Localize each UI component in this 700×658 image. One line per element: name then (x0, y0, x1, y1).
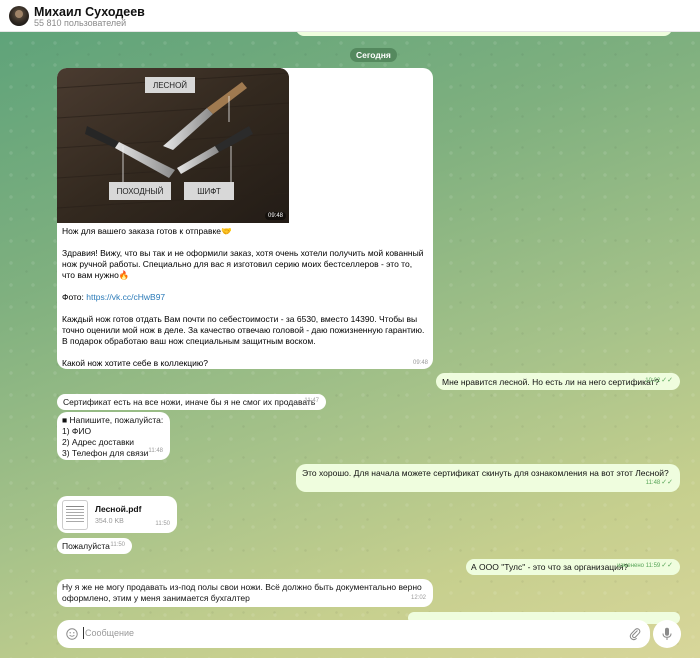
message-time: 11:48 (148, 448, 163, 454)
message-composer: Сообщение (57, 620, 650, 648)
message-input[interactable]: Сообщение (85, 628, 134, 638)
message-bubble[interactable]: Сертификат есть на все ножи, иначе бы я … (57, 394, 326, 410)
photo-link[interactable]: https://vk.cc/cHwB97 (86, 292, 165, 302)
message-edited-time: изменено 11:59 (617, 563, 661, 569)
message-bubble[interactable]: ■ Напишите, пожалуйста: 1) ФИО 2) Адрес … (57, 412, 170, 460)
message-bubble-photo[interactable]: ЛЕСНОЙ ПОХОДНЫЙ ШИФТ 09:48 Нож для вашег… (57, 68, 433, 369)
knives-photo[interactable]: ЛЕСНОЙ ПОХОДНЫЙ ШИФТ 09:48 (57, 68, 289, 223)
message-time: 09:48 (412, 360, 428, 366)
read-check-icon: ✓✓ (661, 562, 673, 569)
chat-header: Михаил Суходеев 55 810 пользователей (0, 0, 700, 32)
file-message-bubble[interactable]: Лесной.pdf 354.0 KB 11:50 (57, 496, 177, 533)
photo-label-shift: ШИФТ (197, 187, 221, 196)
channel-title[interactable]: Михаил Суходеев (34, 5, 145, 19)
voice-record-button[interactable] (653, 620, 681, 648)
emoji-icon[interactable] (66, 628, 78, 640)
pdf-file-icon[interactable] (62, 500, 88, 530)
read-check-icon: ✓✓ (661, 377, 673, 384)
message-bubble-partial[interactable]: 11:58 (296, 32, 672, 36)
message-time: 11:47 (304, 398, 319, 404)
message-time: 11:50 (110, 542, 125, 548)
read-check-icon: ✓✓ (661, 479, 673, 486)
channel-avatar[interactable] (9, 6, 29, 26)
message-time: 12:02 (410, 595, 426, 601)
photo-label-forest: ЛЕСНОЙ (152, 81, 188, 90)
chat-area[interactable]: 11:58 Сегодня (0, 32, 700, 658)
message-bubble[interactable]: Мне нравится лесной. Но есть ли на него … (436, 373, 680, 390)
photo-timestamp: 09:48 (265, 212, 287, 220)
message-bubble[interactable]: А ООО "Тулс" - это что за организация? и… (466, 559, 680, 575)
microphone-icon (662, 627, 672, 640)
text-caret (83, 627, 84, 639)
message-bubble[interactable]: Ну я же не могу продавать из-под полы св… (57, 579, 433, 607)
message-time: 11:50 (155, 521, 170, 527)
photo-label-hiking: ПОХОДНЫЙ (116, 187, 164, 196)
message-bubble[interactable]: Пожалуйста 11:50 (57, 538, 132, 554)
message-text: Нож для вашего заказа готов к отправке🤝 … (62, 226, 425, 368)
message-bubble[interactable]: Это хорошо. Для начала можете сертификат… (296, 464, 680, 492)
file-size: 354.0 KB (95, 518, 124, 525)
date-divider: Сегодня (350, 48, 397, 62)
message-time: 10:02 (645, 378, 661, 384)
channel-member-count: 55 810 пользователей (34, 18, 127, 28)
message-time: 11:48 (645, 480, 661, 486)
file-name[interactable]: Лесной.pdf (95, 504, 141, 515)
attach-icon[interactable] (629, 627, 641, 641)
